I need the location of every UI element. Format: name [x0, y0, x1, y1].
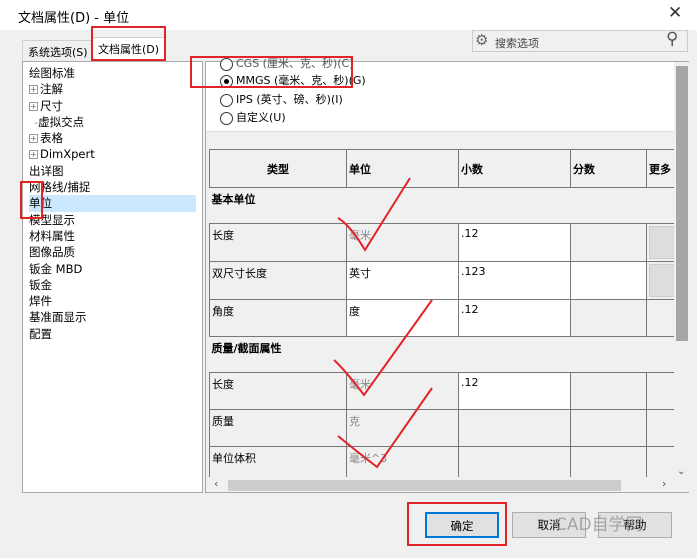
radio-label: IPS (英寸、磅、秒)(I) — [236, 93, 343, 106]
cell-type: 长度 — [209, 372, 347, 410]
tree-item-sheet-metal-mbd[interactable]: 钣金 MBD — [29, 261, 196, 277]
section-mass-properties: 质量/截面属性 — [209, 336, 680, 373]
unit-system-group: CGS (厘米、克、秒)(C) MMGS (毫米、克、秒)(G) IPS (英寸… — [206, 57, 674, 132]
tree-item-dimensions[interactable]: + 尺寸 — [29, 98, 196, 114]
units-panel: CGS (厘米、克、秒)(C) MMGS (毫米、克、秒)(G) IPS (英寸… — [205, 57, 689, 493]
expand-icon[interactable]: + — [29, 134, 38, 144]
radio-ips[interactable]: IPS (英寸、磅、秒)(I) — [220, 91, 343, 107]
watermark: CAD自学网 — [555, 515, 643, 535]
radio-label: MMGS (毫米、克、秒)(G) — [236, 74, 366, 87]
horizontal-scroll-thumb[interactable] — [228, 480, 621, 491]
title-bar: 文档属性(D) - 单位 ✕ — [0, 0, 697, 30]
radio-custom[interactable]: 自定义(U) — [220, 109, 286, 125]
tree-item-weldments[interactable]: 焊件 — [29, 293, 196, 309]
col-type: 类型 — [209, 149, 347, 188]
cell-fraction — [570, 299, 647, 337]
expand-icon[interactable]: + — [29, 150, 38, 160]
table-row: 长度 毫米 .12 — [209, 372, 680, 410]
search-placeholder: 搜索选项 — [495, 37, 539, 50]
tab-system-options[interactable]: 系统选项(S) — [22, 40, 94, 61]
tree-item-drafting-standard[interactable]: 绘图标准 — [29, 65, 196, 81]
window-title: 文档属性(D) - 单位 — [18, 11, 130, 26]
cell-unit[interactable]: 英寸 — [346, 261, 459, 300]
radio-label: 自定义(U) — [236, 111, 286, 124]
tree-item-detailing[interactable]: 出详图 — [29, 163, 196, 179]
table-row: 角度 度 .12 — [209, 299, 680, 337]
tree-item-plane-display[interactable]: 基准面显示 — [29, 309, 196, 325]
vertical-scroll-thumb[interactable] — [676, 66, 688, 341]
tree-item-sheet-metal[interactable]: 钣金 — [29, 277, 196, 293]
radio-label: CGS (厘米、克、秒)(C) — [236, 57, 354, 70]
cell-fraction — [570, 372, 647, 410]
tree-item-grid-snap[interactable]: 网格线/捕捉 — [29, 179, 196, 195]
cell-unit[interactable]: 克 — [346, 409, 459, 447]
table-row: 双尺寸长度 英寸 .123 — [209, 261, 680, 300]
tree-item-configurations[interactable]: 配置 — [29, 326, 196, 342]
radio-cgs[interactable]: CGS (厘米、克、秒)(C) — [220, 55, 354, 71]
cell-type: 双尺寸长度 — [209, 261, 347, 300]
cell-decimal[interactable]: .123 — [458, 261, 571, 300]
cell-decimal[interactable]: .12 — [458, 223, 571, 262]
tree-item-tables[interactable]: + 表格 — [29, 130, 196, 146]
cell-unit[interactable]: 毫米 — [346, 372, 459, 410]
search-icon[interactable]: ⚲ — [666, 29, 678, 49]
cell-unit[interactable]: 度 — [346, 299, 459, 337]
gear-icon: ⚙ — [475, 31, 489, 49]
cell-type: 长度 — [209, 223, 347, 262]
col-unit: 单位 — [346, 149, 459, 188]
col-decimal: 小数 — [458, 149, 571, 188]
radio-mmgs[interactable]: MMGS (毫米、克、秒)(G) — [220, 72, 366, 88]
tree-label: 虚拟交点 — [38, 114, 85, 129]
expand-icon[interactable]: + — [29, 101, 38, 111]
tab-document-properties[interactable]: 文档属性(D) — [92, 37, 166, 62]
options-tree[interactable]: 绘图标准 + 注解 + 尺寸 -虚拟交点 + 表格 + DimXpert 出详图 网格线… — [22, 61, 203, 493]
tree-item-image-quality[interactable]: 图像品质 — [29, 244, 196, 260]
cell-type: 角度 — [209, 299, 347, 337]
tree-item-annotations[interactable]: + 注解 — [29, 81, 196, 97]
search-input[interactable]: ⚙ 搜索选项 ⚲ — [472, 29, 688, 52]
table-row: 长度 毫米 .12 — [209, 223, 680, 262]
cell-decimal[interactable]: .12 — [458, 299, 571, 337]
cell-decimal[interactable]: .12 — [458, 372, 571, 410]
cell-decimal — [458, 409, 571, 447]
ok-button[interactable]: 确定 — [425, 512, 499, 538]
tree-item-dimxpert[interactable]: + DimXpert — [29, 146, 196, 162]
tree-label: 尺寸 — [40, 98, 63, 113]
cell-type: 质量 — [209, 409, 347, 447]
tree-label: 注解 — [40, 82, 63, 97]
table-row: 质量 克 — [209, 409, 680, 447]
col-fraction: 分数 — [570, 149, 647, 188]
cell-fraction[interactable] — [570, 261, 647, 300]
tree-item-material-properties[interactable]: 材料属性 — [29, 228, 196, 244]
close-icon[interactable]: ✕ — [668, 3, 682, 23]
scroll-left-icon[interactable]: ‹ — [214, 477, 218, 490]
tree-item-virtual-sharps[interactable]: -虚拟交点 — [29, 114, 196, 130]
cell-fraction — [570, 223, 647, 262]
tree-label: 表格 — [40, 131, 63, 146]
table-header: 类型 单位 小数 分数 更多 — [209, 149, 680, 188]
scroll-down-icon[interactable]: ⌄ — [677, 466, 685, 477]
expand-icon[interactable]: + — [29, 85, 38, 95]
cell-fraction — [570, 409, 647, 447]
units-table: 类型 单位 小数 分数 更多 基本单位 长度 毫米 .12 双尺寸长度 英寸 .… — [209, 149, 680, 484]
tree-label: DimXpert — [40, 147, 95, 162]
scroll-right-icon[interactable]: › — [662, 477, 666, 490]
tree-item-units[interactable]: 单位 — [29, 195, 196, 212]
section-basic-units: 基本单位 — [209, 187, 680, 224]
tree-item-model-display[interactable]: 模型显示 — [29, 212, 196, 228]
cell-unit[interactable]: 毫米 — [346, 223, 459, 262]
